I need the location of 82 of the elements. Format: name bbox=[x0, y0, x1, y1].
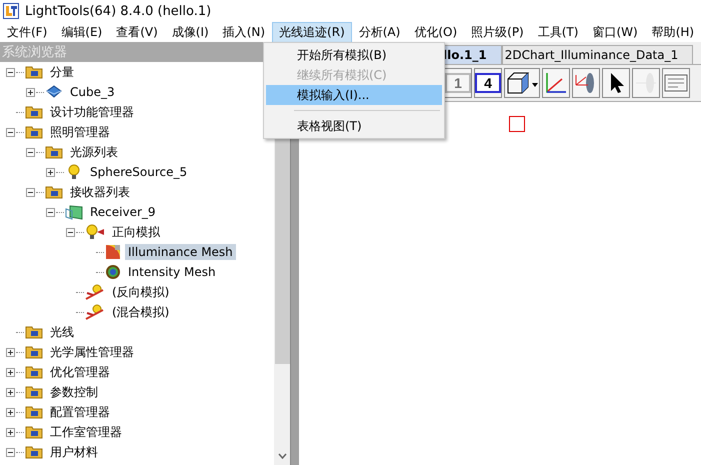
bulb-slash-icon bbox=[85, 284, 105, 300]
toolbar-button[interactable] bbox=[602, 68, 630, 98]
tree-item[interactable]: 配置管理器 bbox=[47, 402, 113, 422]
expand-toggle[interactable] bbox=[46, 168, 55, 176]
tree-item[interactable]: Receiver_9 bbox=[87, 204, 159, 220]
folder-icon bbox=[25, 365, 43, 379]
bulb-slash-icon bbox=[85, 304, 105, 320]
tree-item[interactable]: 参数控制 bbox=[47, 382, 101, 402]
menu-option[interactable]: 开始所有模拟(B) bbox=[266, 45, 442, 65]
menu-option[interactable]: 模拟输入(I)... bbox=[266, 85, 442, 105]
menu-item[interactable]: 光线追迹(R) bbox=[272, 22, 352, 42]
expand-toggle[interactable] bbox=[6, 388, 15, 396]
target-icon bbox=[105, 264, 121, 280]
tree-item[interactable]: 正向模拟 bbox=[109, 222, 163, 242]
menu-item[interactable]: 分析(A) bbox=[352, 22, 408, 42]
app-logo-icon bbox=[3, 3, 19, 19]
tree-item[interactable]: Illuminance Mesh bbox=[125, 244, 236, 260]
menu-item[interactable]: 工具(T) bbox=[530, 22, 586, 42]
folder-icon bbox=[45, 145, 63, 159]
menu-item[interactable]: 成像(I) bbox=[164, 22, 216, 42]
tree-item[interactable]: 分量 bbox=[47, 62, 77, 82]
expand-toggle[interactable] bbox=[6, 348, 15, 356]
collapse-toggle[interactable] bbox=[46, 208, 55, 216]
tree-item[interactable]: 接收器列表 bbox=[67, 182, 133, 202]
folder-icon bbox=[25, 125, 43, 139]
tree-item[interactable]: (混合模拟) bbox=[109, 302, 172, 322]
tree-item[interactable]: 工作室管理器 bbox=[47, 422, 125, 442]
tree-item[interactable]: 优化管理器 bbox=[47, 362, 113, 382]
folder-icon bbox=[25, 405, 43, 419]
menu-item[interactable]: 文件(F) bbox=[0, 22, 54, 42]
tree-item[interactable]: Cube_3 bbox=[67, 84, 118, 100]
folder-icon bbox=[25, 345, 43, 359]
panel-icon bbox=[663, 72, 689, 94]
menu-item[interactable]: 照片级(P) bbox=[464, 22, 531, 42]
collapse-toggle[interactable] bbox=[26, 148, 35, 156]
folder-icon bbox=[25, 425, 43, 439]
square-marker bbox=[509, 116, 525, 132]
folder-icon bbox=[25, 325, 43, 339]
collapse-toggle[interactable] bbox=[6, 68, 15, 76]
menu-item[interactable]: 插入(N) bbox=[216, 22, 272, 42]
mesh-icon bbox=[105, 244, 121, 260]
toolbar-button[interactable] bbox=[542, 68, 570, 98]
tree-item[interactable]: 设计功能管理器 bbox=[47, 102, 137, 122]
menu-item[interactable]: 窗口(W) bbox=[585, 22, 645, 42]
scroll-down-icon[interactable] bbox=[278, 453, 286, 459]
collapse-toggle[interactable] bbox=[6, 448, 15, 456]
folder-icon bbox=[25, 105, 43, 119]
tree-item[interactable]: 光线 bbox=[47, 322, 77, 342]
folder-icon bbox=[45, 185, 63, 199]
collapse-toggle[interactable] bbox=[66, 228, 75, 236]
menu-item[interactable]: 优化(O) bbox=[407, 22, 464, 42]
tree-item[interactable]: Intensity Mesh bbox=[125, 264, 219, 280]
tree-item[interactable]: SphereSource_5 bbox=[87, 164, 190, 180]
tree-item[interactable]: 用户材料 bbox=[47, 442, 101, 462]
folder-icon bbox=[25, 65, 43, 79]
bulb-arrow-icon bbox=[85, 224, 105, 240]
axes-icon bbox=[544, 71, 568, 95]
lens-icon bbox=[634, 71, 658, 95]
tree-item[interactable]: 光学属性管理器 bbox=[47, 342, 137, 362]
panel-title: 系统浏览器 bbox=[2, 44, 67, 61]
expand-toggle[interactable] bbox=[26, 88, 35, 96]
cube-icon bbox=[505, 71, 539, 95]
expand-toggle[interactable] bbox=[6, 408, 15, 416]
menu-option[interactable]: 表格视图(T) bbox=[266, 116, 442, 136]
tree-item[interactable]: (反向模拟) bbox=[109, 282, 172, 302]
folder-icon bbox=[25, 385, 43, 399]
cube-icon bbox=[45, 85, 63, 99]
menu-item[interactable]: 帮助(H) bbox=[644, 22, 701, 42]
folder-icon bbox=[25, 445, 43, 459]
tree-item[interactable]: 照明管理器 bbox=[47, 122, 113, 142]
collapse-toggle[interactable] bbox=[6, 128, 15, 136]
receiver-icon bbox=[65, 204, 83, 220]
expand-toggle[interactable] bbox=[6, 428, 15, 436]
toolbar-button[interactable] bbox=[504, 68, 540, 98]
menu-item[interactable]: 编辑(E) bbox=[54, 22, 110, 42]
expand-toggle[interactable] bbox=[6, 368, 15, 376]
tree-item[interactable]: 光源列表 bbox=[67, 142, 121, 162]
view-button[interactable]: 4 bbox=[474, 68, 502, 98]
collapse-toggle[interactable] bbox=[26, 188, 35, 196]
menu-item[interactable]: 查看(V) bbox=[109, 22, 165, 42]
window-title: LightTools(64) 8.4.0 (hello.1) bbox=[25, 4, 212, 18]
document-tab[interactable]: 2DChart_Illuminance_Data_1 bbox=[502, 45, 694, 64]
